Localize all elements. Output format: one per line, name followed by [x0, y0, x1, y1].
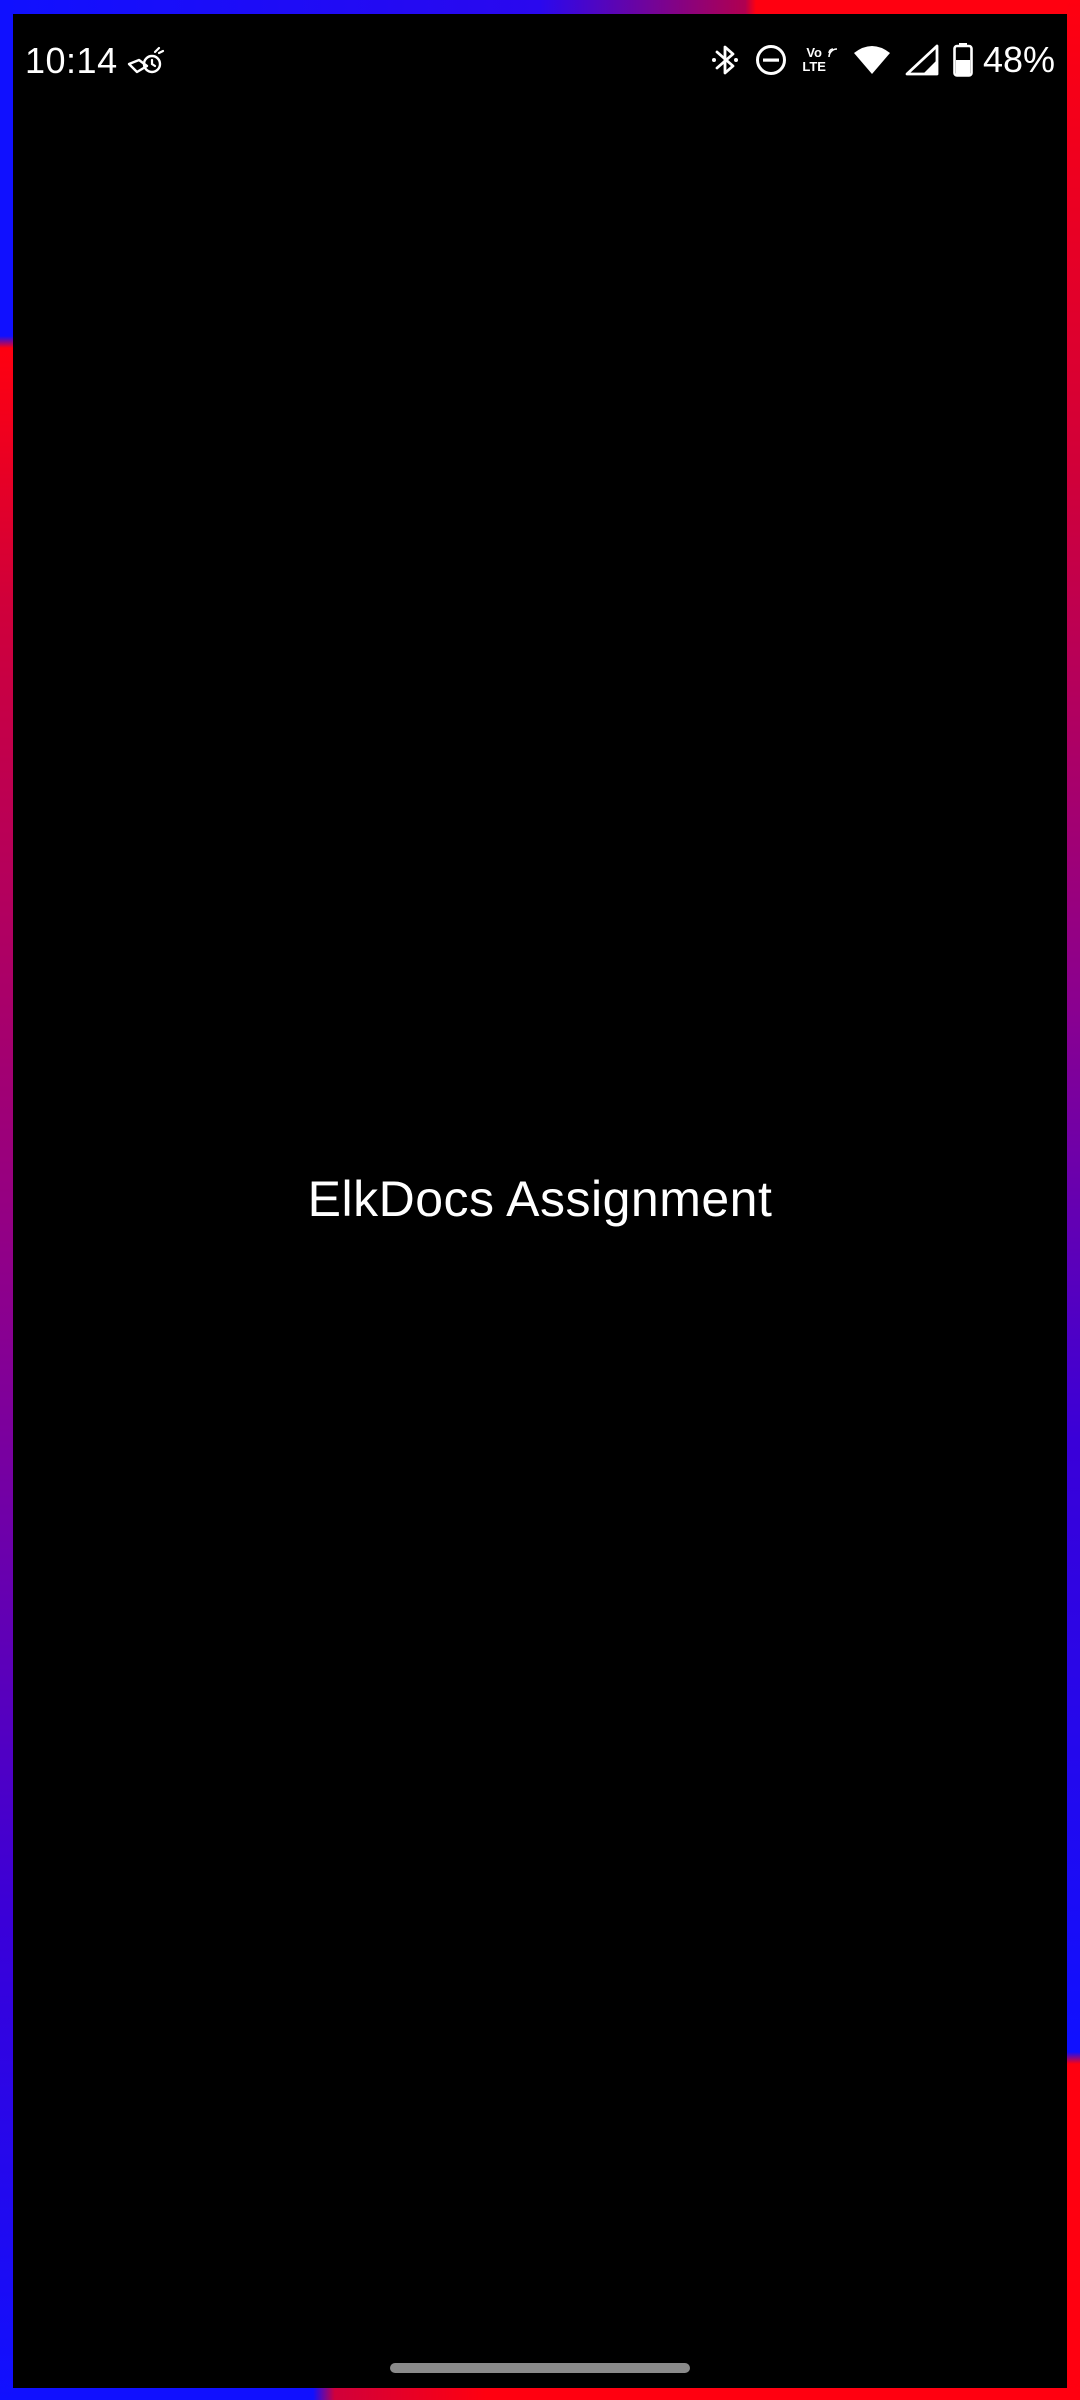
battery-icon	[953, 43, 973, 77]
edge-lighting-bottom	[0, 2388, 1080, 2400]
app-notification-icon	[125, 44, 165, 80]
bluetooth-icon	[710, 42, 740, 78]
edge-lighting-top	[0, 0, 1080, 14]
volte-label-top: Vo	[806, 45, 822, 60]
do-not-disturb-icon	[754, 43, 788, 77]
status-bar: 10:14 Vo LTE 48%	[13, 14, 1067, 110]
volte-label-bottom: LTE	[802, 59, 826, 74]
volte-icon: Vo LTE	[802, 46, 839, 74]
home-gesture-bar[interactable]	[390, 2363, 690, 2373]
wifi-icon	[853, 45, 891, 75]
cellular-signal-icon	[905, 44, 939, 76]
splash-title: ElkDocs Assignment	[307, 1171, 773, 1227]
status-icons: Vo LTE 48%	[710, 38, 1055, 82]
app-screen: 10:14 Vo LTE 48% ElkDocs Assignment	[0, 0, 1080, 2400]
battery-percent: 48%	[982, 39, 1055, 80]
status-time: 10:14	[25, 40, 118, 81]
